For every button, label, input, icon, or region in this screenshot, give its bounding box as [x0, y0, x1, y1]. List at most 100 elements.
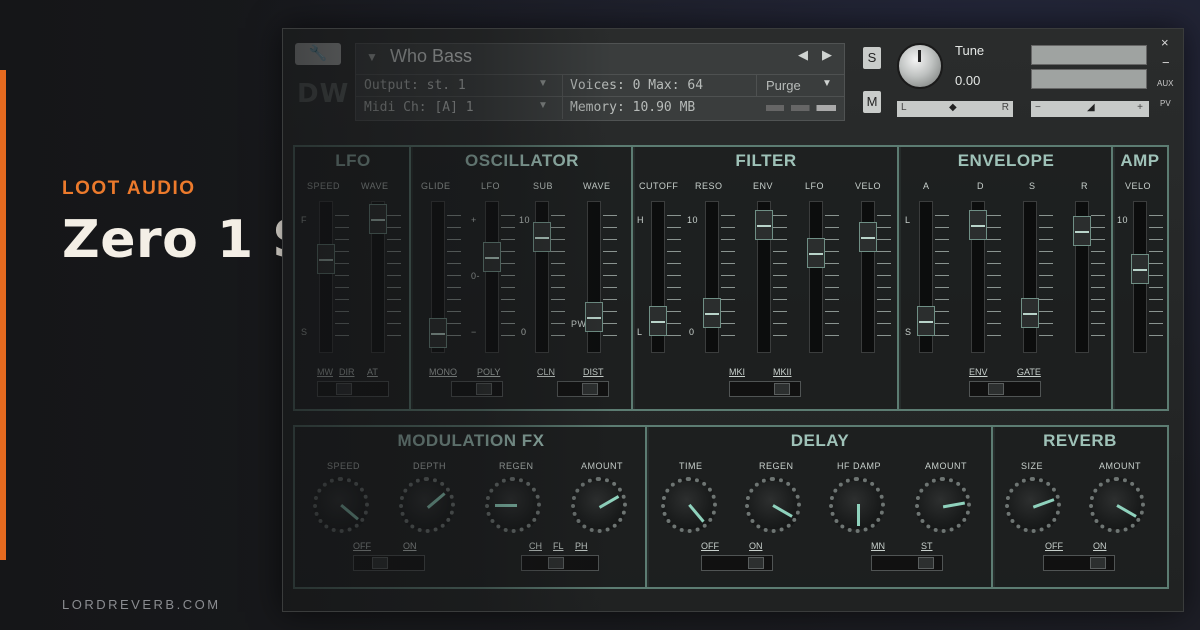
- switch-label: MN: [871, 541, 885, 551]
- prev-instrument-icon[interactable]: ◀: [798, 47, 808, 63]
- delay-regen-knob[interactable]: [745, 477, 801, 533]
- slider-tick: [1039, 263, 1053, 264]
- slider-tick: [877, 263, 891, 264]
- slider-tick: [1039, 275, 1053, 276]
- mk-switch[interactable]: [729, 381, 801, 397]
- scale-label: S: [905, 327, 912, 337]
- lfo-wave-slider[interactable]: [369, 201, 387, 353]
- slider-tick: [877, 275, 891, 276]
- cln-dist-switch[interactable]: [557, 381, 609, 397]
- slider-tick: [773, 251, 787, 252]
- slider-tick: [387, 311, 401, 312]
- tune-knob[interactable]: [897, 43, 943, 89]
- delay-amount-knob[interactable]: [915, 477, 971, 533]
- osc-lfo-label: LFO: [481, 181, 501, 191]
- env-gate-switch[interactable]: [969, 381, 1041, 397]
- scale-label: 0-: [471, 271, 481, 281]
- modfx-onoff-switch[interactable]: [353, 555, 425, 571]
- slider-tick: [877, 299, 891, 300]
- delay-time-knob[interactable]: [661, 477, 717, 533]
- slider-tick: [935, 215, 949, 216]
- midi-channel-select[interactable]: Midi Ch: [A] 1: [364, 100, 474, 115]
- filter-velo-slider[interactable]: [859, 201, 877, 353]
- mute-button[interactable]: M: [863, 91, 881, 113]
- mono-poly-switch[interactable]: [451, 381, 503, 397]
- switch-label: ON: [403, 541, 417, 551]
- slider-tick: [721, 263, 735, 264]
- delay-amount-label: AMOUNT: [925, 461, 967, 471]
- slider-tick: [667, 323, 681, 324]
- slider-tick: [501, 323, 515, 324]
- slider-tick: [501, 239, 515, 240]
- amp-velo-slider[interactable]: [1131, 201, 1149, 353]
- delay-onoff-switch[interactable]: [701, 555, 773, 571]
- pan-slider[interactable]: L ◆ R: [897, 101, 1013, 117]
- osc-glide-slider[interactable]: [429, 201, 447, 353]
- osc-sub-slider[interactable]: [533, 201, 551, 353]
- env-decay-slider[interactable]: [969, 201, 987, 353]
- reverb-size-label: SIZE: [1021, 461, 1044, 471]
- switch-label: CH: [529, 541, 542, 551]
- level-meter-left: [1031, 45, 1147, 65]
- aux-label[interactable]: AUX: [1157, 79, 1173, 88]
- instrument-name[interactable]: Who Bass: [390, 46, 472, 67]
- slider-tick: [1149, 275, 1163, 276]
- purge-menu[interactable]: Purge: [766, 78, 801, 93]
- slider-tick: [447, 239, 461, 240]
- reverb-amount-knob[interactable]: [1089, 477, 1145, 533]
- pv-label[interactable]: PV: [1160, 99, 1171, 108]
- osc-sub-label: SUB: [533, 181, 554, 191]
- slider-tick: [1149, 323, 1163, 324]
- filter-lfo-label: LFO: [805, 181, 825, 191]
- switch-label: GATE: [1017, 367, 1041, 377]
- filter-reso-slider[interactable]: [703, 201, 721, 353]
- env-r-label: R: [1081, 181, 1088, 191]
- switch-label: ENV: [969, 367, 988, 377]
- switch-label: OFF: [701, 541, 719, 551]
- delay-time-label: TIME: [679, 461, 703, 471]
- osc-wave-slider[interactable]: [585, 201, 603, 353]
- slider-tick: [721, 311, 735, 312]
- reverb-onoff-switch[interactable]: [1043, 555, 1115, 571]
- slider-tick: [773, 311, 787, 312]
- modfx-type-switch[interactable]: [521, 555, 599, 571]
- volume-slider[interactable]: − ◢ +: [1031, 101, 1149, 117]
- scale-label: L: [637, 327, 643, 337]
- delay-hfdamp-knob[interactable]: [829, 477, 885, 533]
- minimize-icon[interactable]: −: [1162, 55, 1170, 70]
- slider-tick: [1039, 287, 1053, 288]
- output-caret-icon: ▼: [538, 78, 548, 89]
- level-meter-right: [1031, 69, 1147, 89]
- osc-lfo-slider[interactable]: [483, 201, 501, 353]
- delay-mode-switch[interactable]: [871, 555, 943, 571]
- site-url: LORDREVERB.COM: [62, 597, 221, 612]
- filter-cutoff-slider[interactable]: [649, 201, 667, 353]
- switch-label: MONO: [429, 367, 457, 377]
- modfx-amount-knob[interactable]: [571, 477, 627, 533]
- slider-tick: [773, 227, 787, 228]
- wrench-icon[interactable]: 🔧: [295, 43, 341, 65]
- modfx-depth-knob[interactable]: [399, 477, 455, 533]
- slider-tick: [551, 275, 565, 276]
- filter-lfo-slider[interactable]: [807, 201, 825, 353]
- env-attack-slider[interactable]: [917, 201, 935, 353]
- output-select[interactable]: Output: st. 1: [364, 78, 466, 93]
- slider-tick: [1149, 239, 1163, 240]
- modfx-regen-knob[interactable]: [485, 477, 541, 533]
- solo-button[interactable]: S: [863, 47, 881, 69]
- slider-tick: [877, 239, 891, 240]
- next-instrument-icon[interactable]: ▶: [822, 47, 832, 63]
- close-icon[interactable]: ×: [1161, 35, 1169, 50]
- slider-tick: [447, 299, 461, 300]
- lfo-speed-slider[interactable]: [317, 201, 335, 353]
- env-release-slider[interactable]: [1073, 201, 1091, 353]
- reverb-size-knob[interactable]: [1005, 477, 1061, 533]
- env-sustain-slider[interactable]: [1021, 201, 1039, 353]
- lfo-mod-switch[interactable]: [317, 381, 389, 397]
- oscillator-panel: OSCILLATOR GLIDE LFO SUB WAVE + 0- − 10 …: [409, 145, 635, 411]
- amp-title: AMP: [1120, 151, 1160, 170]
- instrument-menu-caret-icon[interactable]: ▼: [366, 50, 378, 64]
- filter-env-slider[interactable]: [755, 201, 773, 353]
- slider-tick: [1091, 227, 1105, 228]
- modfx-speed-knob[interactable]: [313, 477, 369, 533]
